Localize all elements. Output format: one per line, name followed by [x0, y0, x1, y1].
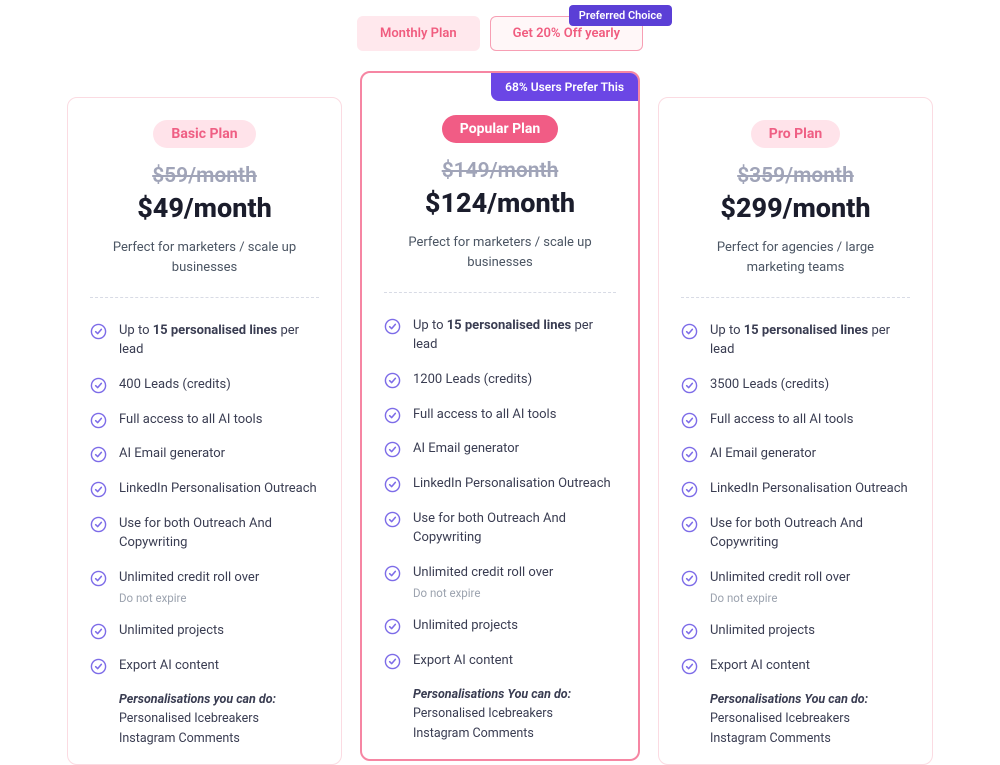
- check-icon: [681, 323, 698, 340]
- check-icon: [681, 377, 698, 394]
- feature-text: Full access to all AI tools: [413, 406, 556, 425]
- feature-text: Use for both Outreach And Copywriting: [710, 515, 910, 553]
- check-icon: [90, 623, 107, 640]
- check-icon: [384, 318, 401, 335]
- feature-text: Unlimited projects: [119, 622, 224, 641]
- plan-description: Perfect for marketers / scale up busines…: [384, 233, 616, 272]
- monthly-plan-button[interactable]: Monthly Plan: [357, 16, 480, 51]
- new-price: $299/month: [681, 192, 910, 224]
- check-icon: [90, 412, 107, 429]
- feature-text: Up to 15 personalised lines per lead: [710, 322, 910, 360]
- feature-text: LinkedIn Personalisation Outreach: [413, 475, 611, 494]
- prefer-ribbon: 68% Users Prefer This: [491, 73, 638, 101]
- feature-text: Unlimited credit roll overDo not expire: [710, 569, 850, 607]
- personalisations-title: Personalisations you can do:: [119, 690, 319, 709]
- feature-text: Use for both Outreach And Copywriting: [119, 515, 319, 553]
- new-price: $124/month: [384, 187, 616, 219]
- feature-subtext: Do not expire: [119, 590, 259, 607]
- check-icon: [90, 481, 107, 498]
- check-icon: [90, 570, 107, 587]
- feature-text: Full access to all AI tools: [119, 411, 262, 430]
- personalisations-item: Instagram Comments: [710, 729, 910, 748]
- personalisations-title: Personalisations You can do:: [710, 690, 910, 709]
- plan-description: Perfect for marketers / scale up busines…: [90, 238, 319, 277]
- divider: [681, 297, 910, 298]
- feature-text: Use for both Outreach And Copywriting: [413, 510, 616, 548]
- personalisations-item: Personalised Icebreakers: [119, 709, 319, 728]
- feature-list: Up to 15 personalised lines per lead 120…: [384, 309, 616, 679]
- check-icon: [681, 658, 698, 675]
- check-icon: [681, 623, 698, 640]
- feature-text: AI Email generator: [119, 445, 225, 464]
- plan-badge: Basic Plan: [153, 120, 255, 148]
- personalisations-item: Personalised Icebreakers: [710, 709, 910, 728]
- check-icon: [681, 481, 698, 498]
- personalisations-item: Personalised Icebreakers: [413, 704, 616, 723]
- feature-text: 400 Leads (credits): [119, 376, 231, 395]
- personalisations-title: Personalisations You can do:: [413, 685, 616, 704]
- check-icon: [681, 570, 698, 587]
- preferred-choice-badge: Preferred Choice: [569, 5, 672, 26]
- feature-text: Unlimited projects: [710, 622, 815, 641]
- check-icon: [90, 377, 107, 394]
- old-price: $359/month: [681, 164, 910, 188]
- feature-text: LinkedIn Personalisation Outreach: [119, 480, 317, 499]
- feature-subtext: Do not expire: [710, 590, 850, 607]
- feature-text: Export AI content: [710, 657, 810, 676]
- check-icon: [384, 407, 401, 424]
- plan-badge: Popular Plan: [442, 115, 558, 143]
- feature-text: Export AI content: [413, 652, 513, 671]
- feature-text: Export AI content: [119, 657, 219, 676]
- check-icon: [384, 372, 401, 389]
- check-icon: [681, 516, 698, 533]
- feature-text: AI Email generator: [710, 445, 816, 464]
- feature-subtext: Do not expire: [413, 585, 553, 602]
- check-icon: [384, 476, 401, 493]
- personalisations-item: Instagram Comments: [119, 729, 319, 748]
- yearly-plan-button[interactable]: Get 20% Off yearly Preferred Choice: [490, 16, 643, 51]
- feature-text: Unlimited credit roll overDo not expire: [413, 564, 553, 602]
- plan-card-popular: 68% Users Prefer This Popular Plan $149/…: [360, 71, 640, 761]
- feature-text: Full access to all AI tools: [710, 411, 853, 430]
- personalisations-block: Personalisations You can do: Personalise…: [384, 685, 616, 743]
- plan-description: Perfect for agencies / large marketing t…: [681, 238, 910, 277]
- personalisations-block: Personalisations you can do: Personalise…: [90, 690, 319, 748]
- feature-list: Up to 15 personalised lines per lead 350…: [681, 314, 910, 684]
- old-price: $149/month: [384, 159, 616, 183]
- personalisations-block: Personalisations You can do: Personalise…: [681, 690, 910, 748]
- feature-text: 1200 Leads (credits): [413, 371, 532, 390]
- feature-text: Up to 15 personalised lines per lead: [119, 322, 319, 360]
- feature-text: AI Email generator: [413, 440, 519, 459]
- check-icon: [681, 446, 698, 463]
- check-icon: [384, 653, 401, 670]
- personalisations-item: Instagram Comments: [413, 724, 616, 743]
- check-icon: [90, 323, 107, 340]
- check-icon: [384, 441, 401, 458]
- check-icon: [681, 412, 698, 429]
- check-icon: [90, 516, 107, 533]
- new-price: $49/month: [90, 192, 319, 224]
- feature-text: Up to 15 personalised lines per lead: [413, 317, 616, 355]
- plan-badge: Pro Plan: [751, 120, 840, 148]
- check-icon: [90, 658, 107, 675]
- old-price: $59/month: [90, 164, 319, 188]
- check-icon: [384, 511, 401, 528]
- feature-text: 3500 Leads (credits): [710, 376, 829, 395]
- feature-list: Up to 15 personalised lines per lead 400…: [90, 314, 319, 684]
- feature-text: Unlimited credit roll overDo not expire: [119, 569, 259, 607]
- pricing-plans: Basic Plan $59/month $49/month Perfect f…: [0, 71, 1000, 765]
- plan-card-pro: Pro Plan $359/month $299/month Perfect f…: [658, 97, 933, 765]
- feature-text: Unlimited projects: [413, 617, 518, 636]
- check-icon: [384, 565, 401, 582]
- plan-card-basic: Basic Plan $59/month $49/month Perfect f…: [67, 97, 342, 765]
- yearly-plan-label: Get 20% Off yearly: [513, 26, 620, 41]
- feature-text: LinkedIn Personalisation Outreach: [710, 480, 908, 499]
- check-icon: [90, 446, 107, 463]
- billing-toggle: Monthly Plan Get 20% Off yearly Preferre…: [0, 0, 1000, 71]
- divider: [90, 297, 319, 298]
- check-icon: [384, 618, 401, 635]
- divider: [384, 292, 616, 293]
